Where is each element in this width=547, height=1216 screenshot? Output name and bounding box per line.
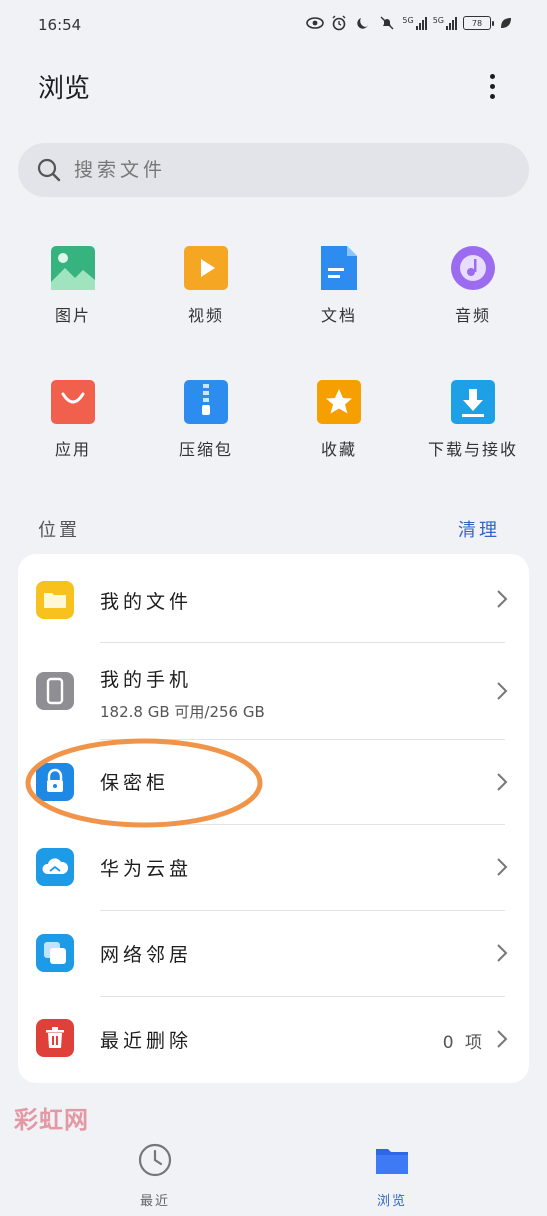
location-item-cloud[interactable]: 华为云盘 [18, 825, 529, 910]
category-audio[interactable]: 音频 [408, 236, 538, 326]
location-label: 我的手机 [100, 669, 193, 691]
location-item-recently-deleted[interactable]: 最近删除 0 项 [18, 997, 529, 1083]
more-options-button[interactable] [476, 66, 508, 106]
category-documents[interactable]: 文档 [274, 236, 404, 326]
network-icon [36, 934, 74, 972]
category-label: 下载与接收 [427, 440, 518, 459]
leaf-icon [497, 14, 515, 32]
location-card: 我的文件 我的手机 182.8 GB 可用/256 GB 保密柜 华为云盘 网络… [18, 554, 529, 1083]
trash-icon [36, 1019, 74, 1057]
chevron-right-icon [497, 944, 508, 962]
tab-label: 浏览 [376, 1194, 407, 1209]
signal-1-label: 5G [402, 15, 414, 25]
phone-icon [36, 672, 74, 710]
section-title-location: 位置 [38, 520, 80, 541]
status-icons: 5G 5G 78 [306, 14, 515, 32]
clean-button[interactable]: 清理 [458, 516, 500, 542]
download-icon [451, 380, 495, 424]
category-label: 文档 [320, 306, 357, 325]
category-apps[interactable]: 应用 [8, 370, 138, 460]
category-label: 应用 [54, 440, 91, 459]
app-bag-icon [51, 380, 95, 424]
location-item-network[interactable]: 网络邻居 [18, 911, 529, 996]
category-favorites[interactable]: 收藏 [274, 370, 404, 460]
battery-icon: 78 [463, 16, 494, 30]
location-label: 华为云盘 [100, 858, 193, 880]
tab-browse[interactable]: 浏览 [347, 1142, 437, 1209]
chevron-right-icon [497, 773, 508, 791]
app-root: 16:54 5G 5G 78 浏览 搜索文件 图片 视频 文档 音频 应用 压缩… [0, 0, 547, 1216]
bottom-nav: 最近 浏览 [0, 1130, 547, 1216]
category-label: 图片 [54, 306, 91, 325]
status-bar: 16:54 5G 5G 78 [0, 0, 547, 52]
search-icon [37, 158, 61, 182]
category-videos[interactable]: 视频 [141, 236, 271, 326]
more-dot-icon [489, 73, 495, 79]
category-downloads[interactable]: 下载与接收 [408, 370, 538, 460]
moon-icon [354, 14, 372, 32]
star-icon [317, 380, 361, 424]
mute-icon [378, 14, 396, 32]
signal-icon: 5G [402, 15, 427, 30]
storage-info: 182.8 GB 可用/256 GB [100, 703, 265, 721]
more-dot-icon [489, 93, 495, 99]
tab-recent[interactable]: 最近 [110, 1142, 200, 1209]
location-item-safe[interactable]: 保密柜 [18, 740, 529, 824]
chevron-right-icon [497, 1030, 508, 1048]
signal-2-label: 5G [432, 15, 444, 25]
page-title: 浏览 [38, 74, 91, 104]
zip-icon [184, 380, 228, 424]
audio-icon [451, 246, 495, 290]
document-icon [317, 246, 361, 290]
category-label: 视频 [187, 306, 224, 325]
alarm-icon [330, 14, 348, 32]
search-bar[interactable] [18, 143, 529, 197]
video-icon [184, 246, 228, 290]
battery-level: 78 [471, 18, 483, 28]
chevron-right-icon [497, 858, 508, 876]
eye-icon [306, 14, 325, 32]
clock-icon [138, 1143, 172, 1177]
location-label: 保密柜 [100, 772, 170, 794]
category-label: 音频 [454, 306, 491, 325]
location-item-my-phone[interactable]: 我的手机 182.8 GB 可用/256 GB [18, 643, 529, 739]
chevron-right-icon [497, 682, 508, 700]
category-label: 收藏 [320, 440, 357, 459]
folder-icon [36, 581, 74, 619]
location-label: 最近删除 [100, 1030, 193, 1052]
search-input[interactable] [74, 159, 494, 181]
status-time: 16:54 [38, 16, 82, 34]
tab-label: 最近 [139, 1194, 170, 1209]
category-label: 压缩包 [178, 440, 233, 459]
item-count: 0 项 [442, 1033, 485, 1053]
lock-icon [36, 763, 74, 801]
folder-icon [376, 1149, 408, 1174]
location-item-my-files[interactable]: 我的文件 [18, 554, 529, 642]
location-label: 我的文件 [100, 591, 193, 613]
chevron-right-icon [497, 590, 508, 608]
image-icon [51, 246, 95, 290]
cloud-icon [36, 848, 74, 886]
signal-icon: 5G [432, 15, 457, 30]
category-images[interactable]: 图片 [8, 236, 138, 326]
more-dot-icon [489, 83, 495, 89]
location-label: 网络邻居 [100, 944, 193, 966]
category-archives[interactable]: 压缩包 [141, 370, 271, 460]
